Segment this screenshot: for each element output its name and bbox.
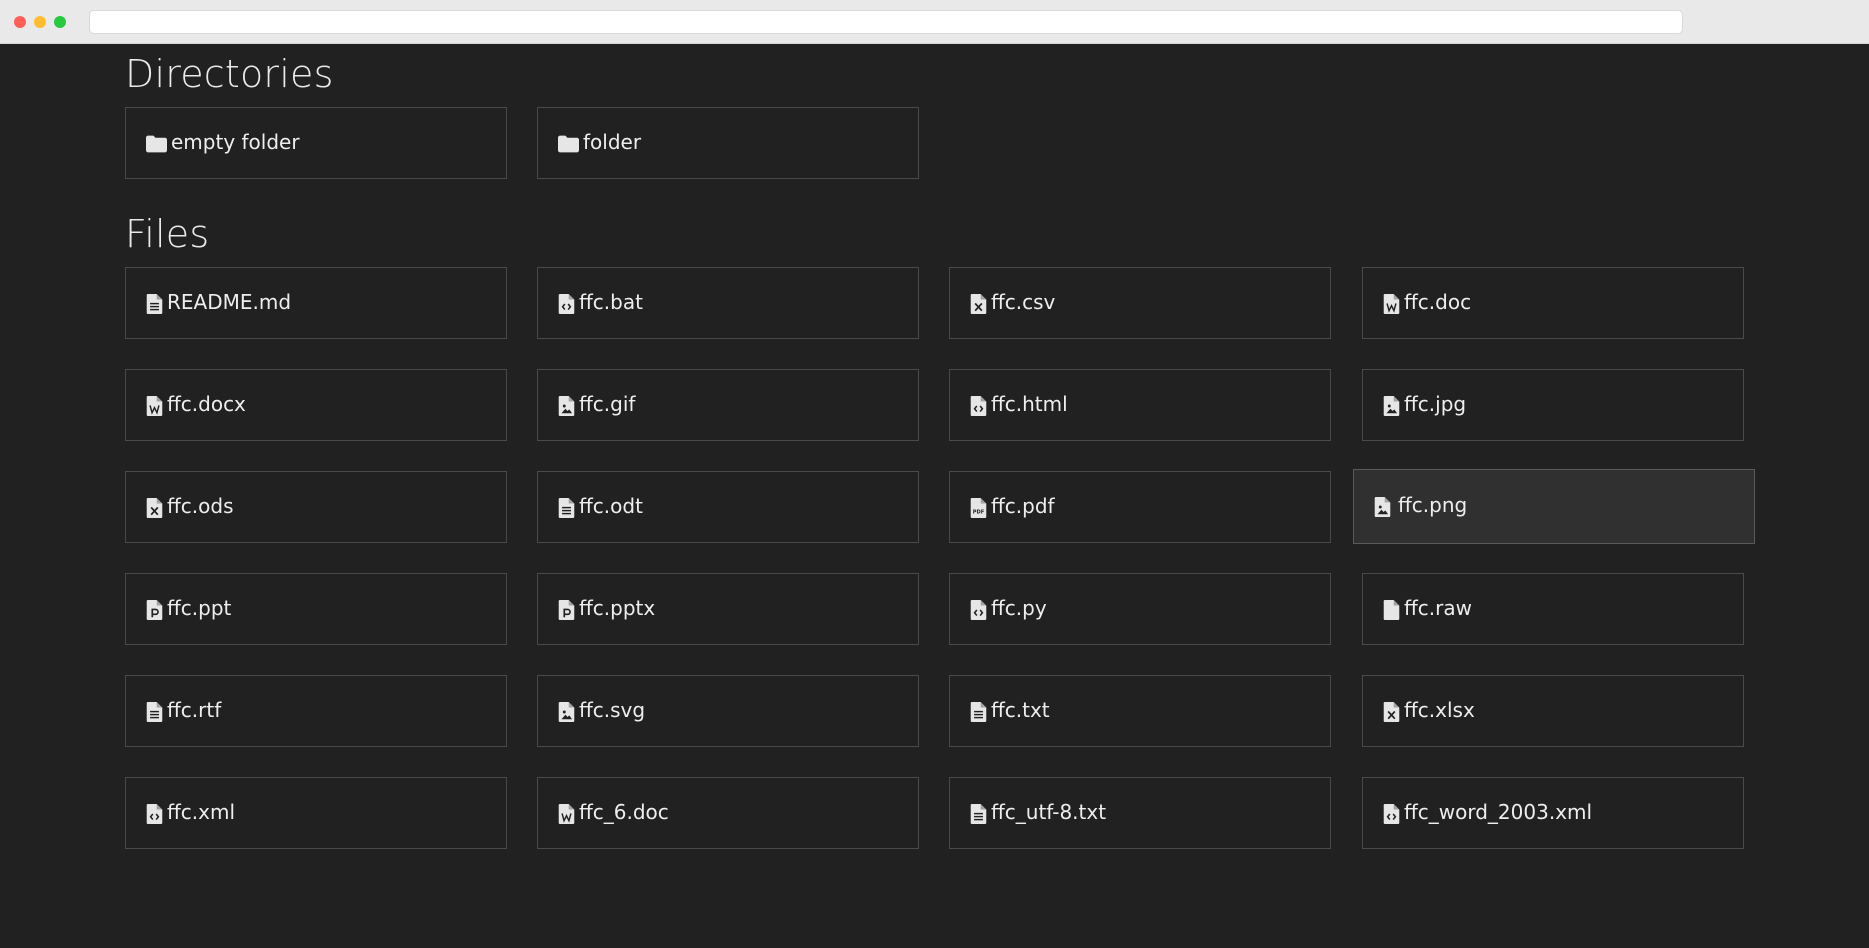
file-name: ffc.pdf: [991, 494, 1055, 518]
file-excel-icon: [1383, 702, 1400, 722]
file-name: ffc_word_2003.xml: [1404, 800, 1593, 824]
file-card[interactable]: PDF ffc.pdf: [949, 471, 1331, 543]
file-name: ffc.png: [1398, 493, 1468, 517]
file-word-icon: [558, 804, 575, 824]
directory-card[interactable]: empty folder: [125, 107, 507, 179]
files-heading: Files: [125, 212, 210, 256]
file-text-icon: [146, 294, 163, 314]
directory-card[interactable]: folder: [537, 107, 919, 179]
file-card[interactable]: ffc.txt: [949, 675, 1331, 747]
file-card[interactable]: ffc.docx: [125, 369, 507, 441]
address-bar[interactable]: [89, 10, 1683, 34]
file-name: ffc.html: [991, 392, 1068, 416]
close-window-button[interactable]: [14, 16, 26, 28]
file-powerpoint-icon: [146, 600, 163, 620]
file-code-icon: [558, 294, 575, 314]
file-card[interactable]: ffc.csv: [949, 267, 1331, 339]
file-name: README.md: [167, 290, 292, 314]
file-card[interactable]: ffc.svg: [537, 675, 919, 747]
file-powerpoint-icon: [558, 600, 575, 620]
file-card[interactable]: ffc.gif: [537, 369, 919, 441]
file-card[interactable]: ffc.raw: [1362, 573, 1744, 645]
file-code-icon: [970, 396, 987, 416]
file-code-icon: [970, 600, 987, 620]
file-excel-icon: [970, 294, 987, 314]
maximize-window-button[interactable]: [54, 16, 66, 28]
file-card[interactable]: ffc.html: [949, 369, 1331, 441]
file-card[interactable]: ffc.png: [1353, 469, 1755, 544]
file-text-icon: [970, 702, 987, 722]
file-text-icon: [146, 702, 163, 722]
file-card[interactable]: ffc.doc: [1362, 267, 1744, 339]
file-image-icon: [1383, 396, 1400, 416]
file-name: ffc.ods: [167, 494, 234, 518]
file-word-icon: [146, 396, 163, 416]
minimize-window-button[interactable]: [34, 16, 46, 28]
file-card[interactable]: ffc.ods: [125, 471, 507, 543]
file-card[interactable]: ffc.pptx: [537, 573, 919, 645]
file-name: ffc.py: [991, 596, 1047, 620]
file-name: ffc.docx: [167, 392, 246, 416]
file-name: ffc_utf-8.txt: [991, 800, 1107, 824]
folder-icon: [146, 135, 167, 153]
file-image-icon: [558, 396, 575, 416]
directories-heading: Directories: [125, 52, 334, 96]
file-blank-icon: [1383, 600, 1400, 620]
file-text-icon: [558, 498, 575, 518]
file-card[interactable]: README.md: [125, 267, 507, 339]
file-name: ffc.raw: [1404, 596, 1472, 620]
file-card[interactable]: ffc.odt: [537, 471, 919, 543]
file-name: ffc.pptx: [579, 596, 656, 620]
svg-text:PDF: PDF: [973, 510, 985, 516]
file-card[interactable]: ffc_utf-8.txt: [949, 777, 1331, 849]
file-card[interactable]: ffc.xml: [125, 777, 507, 849]
file-card[interactable]: ffc.jpg: [1362, 369, 1744, 441]
file-name: ffc.bat: [579, 290, 643, 314]
file-image-icon: [558, 702, 575, 722]
file-card[interactable]: ffc.bat: [537, 267, 919, 339]
file-excel-icon: [146, 498, 163, 518]
browser-chrome: [0, 0, 1869, 44]
file-name: ffc.jpg: [1404, 392, 1467, 416]
file-word-icon: [1383, 294, 1400, 314]
directory-name: folder: [583, 130, 642, 154]
file-card[interactable]: ffc.ppt: [125, 573, 507, 645]
file-code-icon: [146, 804, 163, 824]
file-name: ffc.txt: [991, 698, 1050, 722]
file-name: ffc.doc: [1404, 290, 1472, 314]
file-name: ffc.ppt: [167, 596, 232, 620]
file-card[interactable]: ffc.rtf: [125, 675, 507, 747]
file-image-icon: [1374, 497, 1391, 517]
file-card[interactable]: ffc.xlsx: [1362, 675, 1744, 747]
file-pdf-icon: PDF: [970, 498, 987, 518]
file-name: ffc_6.doc: [579, 800, 669, 824]
file-browser-page: Directories empty folder folder Files REA…: [0, 44, 1869, 948]
file-name: ffc.csv: [991, 290, 1056, 314]
file-name: ffc.gif: [579, 392, 636, 416]
file-card[interactable]: ffc_6.doc: [537, 777, 919, 849]
file-card[interactable]: ffc.py: [949, 573, 1331, 645]
folder-icon: [558, 135, 579, 153]
file-name: ffc.svg: [579, 698, 646, 722]
file-text-icon: [970, 804, 987, 824]
file-card[interactable]: ffc_word_2003.xml: [1362, 777, 1744, 849]
file-name: ffc.odt: [579, 494, 643, 518]
file-name: ffc.xml: [167, 800, 236, 824]
directory-name: empty folder: [171, 130, 300, 154]
file-name: ffc.xlsx: [1404, 698, 1475, 722]
file-name: ffc.rtf: [167, 698, 222, 722]
file-code-icon: [1383, 804, 1400, 824]
